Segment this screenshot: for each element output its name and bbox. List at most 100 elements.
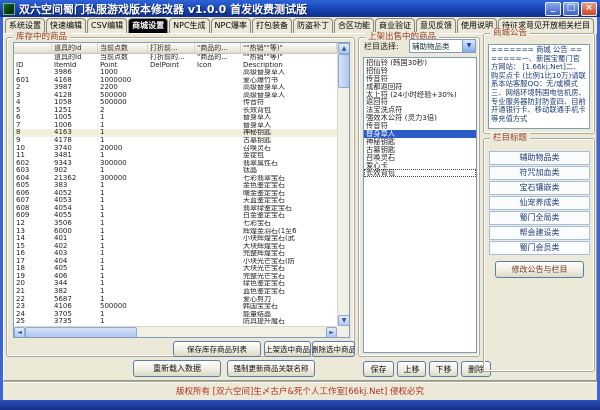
tab-7[interactable]: 打包装备 (252, 18, 292, 33)
list-item[interactable]: 召唤灵石 (364, 154, 476, 162)
column-header[interactable] (14, 43, 52, 53)
category-combobox[interactable]: 辅助物品类 ▼ (409, 39, 476, 53)
putup-selected-button[interactable]: 上架选中商品 (264, 341, 311, 357)
scroll-left-icon[interactable]: ◄ (14, 327, 25, 338)
save-inventory-list-button[interactable]: 保存库存商品列表 (173, 341, 261, 357)
list-item[interactable]: 神秘钥匙 (364, 138, 476, 146)
column-header[interactable]: 道具的Id (52, 43, 98, 53)
horizontal-scroll-thumb[interactable] (25, 327, 137, 338)
category-row-6[interactable]: 帮会建设类 (489, 226, 590, 240)
table-row[interactable]: 841631神秘钥匙 (14, 129, 337, 137)
edit-announcement-button[interactable]: 修改公告与栏目 (495, 261, 584, 278)
table-row[interactable]: 154021大块辉煌宝石 (14, 243, 337, 251)
table-row[interactable]: 239872200高级替身草人 (14, 84, 337, 92)
table-row[interactable]: 6053831金色鉴定宝石 (14, 182, 337, 190)
column-header[interactable]: ""热销""等)" (241, 43, 337, 53)
table-row[interactable]: 60740531天蓝鉴定宝石 (14, 197, 337, 205)
table-row[interactable]: 610051替身草人 (14, 114, 337, 122)
list-item[interactable]: 强效木公符 (灵力3倍) (364, 114, 476, 122)
inventory-table-header[interactable]: 道具的Id当前点数打折前..."商品的...""热销""等)" (14, 43, 337, 54)
scroll-right-icon[interactable]: ► (326, 327, 337, 338)
table-row[interactable]: 184051大块光芒宝石 (14, 265, 337, 273)
force-update-names-button[interactable]: 强制更新商品关联名称 (227, 360, 315, 377)
table-row[interactable]: 144011小块辉煌宝石(武 (14, 235, 337, 243)
category-row-7[interactable]: 蜀门会员类 (489, 241, 590, 255)
table-row[interactable]: 164031完整辉煌宝石 (14, 250, 337, 258)
list-item[interactable]: 传音符 (364, 75, 476, 83)
reload-data-button[interactable]: 重新载入数据 (133, 360, 221, 377)
column-header[interactable]: 打折前... (148, 43, 195, 53)
list-item[interactable]: 替身草人 (364, 130, 476, 138)
category-row-5[interactable]: 蜀门全局类 (489, 211, 590, 225)
table-row[interactable]: 203441绿色鉴定宝石 (14, 280, 337, 288)
chevron-down-icon[interactable]: ▼ (462, 40, 475, 52)
vertical-scroll-thumb[interactable] (338, 54, 350, 88)
table-row[interactable]: 512512长效背包 (14, 107, 337, 115)
move-down-button[interactable]: 下移 (429, 361, 458, 377)
list-item[interactable]: 传音符 (364, 122, 476, 130)
tab-8[interactable]: 防盗补丁 (293, 18, 333, 33)
table-row[interactable]: 34128500000高级替身草人 (14, 92, 337, 100)
table-row[interactable]: 41058500000传音符 (14, 99, 337, 107)
table-row[interactable]: 60141681000000爱心爆竹书 (14, 77, 337, 85)
close-button[interactable]: × (581, 2, 597, 16)
table-row[interactable]: 213821蓝色鉴定宝石 (14, 288, 337, 296)
tab-6[interactable]: NPC爆率 (211, 18, 251, 33)
minimize-button[interactable]: _ (545, 2, 561, 16)
horizontal-scrollbar[interactable]: ◄ ► (14, 326, 337, 337)
onsale-listbox[interactable]: 招仙铃 (韩国30秒)招仙铃传音符成都返回符太上符 (24小时经验+30%)返回… (363, 57, 477, 353)
inventory-table[interactable]: 道具的Id当前点数打折前..."商品的...""热销""等)" 道具的Id当前点… (13, 42, 350, 338)
table-row[interactable]: 941781古墓钥匙 (14, 137, 337, 145)
tab-9[interactable]: 合区功能 (334, 18, 374, 33)
table-row[interactable]: 10374020000召唤灵石 (14, 145, 337, 153)
list-item[interactable]: 法宝洗点符 (364, 106, 476, 114)
scroll-down-icon[interactable]: ▼ (338, 315, 350, 326)
table-row[interactable]: 2437051能量结晶 (14, 311, 337, 319)
list-item[interactable]: 长效背包 (364, 169, 476, 177)
table-row[interactable]: 道具的Id当前点数打折前的..."商品的...""热销""等)" (14, 54, 337, 62)
list-item[interactable]: 成都返回符 (364, 83, 476, 91)
delete-selected-button[interactable]: 删除选中商品 (312, 341, 355, 357)
table-row[interactable]: IDItemIdPointDelPointIconDescription (14, 62, 337, 70)
category-row-3[interactable]: 宝石镶嵌类 (489, 181, 590, 195)
table-row[interactable]: 6029343300000翡翠属性石 (14, 160, 337, 168)
table-row[interactable]: 60421362300000七彩翡翠宝石 (14, 175, 337, 183)
list-item[interactable]: 太上符 (24小时经验+30%) (364, 91, 476, 99)
list-item[interactable]: 招仙铃 (364, 67, 476, 75)
table-row[interactable]: 174041小块光芒宝石(防 (14, 258, 337, 266)
tab-4[interactable]: 商城设置 (128, 18, 168, 33)
tab-11[interactable]: 意见反馈 (416, 18, 456, 33)
table-row[interactable]: 1360001辉煌金羽石(1至6 (14, 228, 337, 236)
tab-10[interactable]: 商业验证 (375, 18, 415, 33)
announcement-textarea[interactable]: ======= 商城 公告 =======一、新国宝蜀门官方网站： [1.66k… (488, 44, 590, 129)
table-row[interactable]: 60840541翡翠绿鉴定宝石 (14, 205, 337, 213)
tab-3[interactable]: CSV编辑 (87, 18, 127, 33)
list-item[interactable]: 返回符 (364, 98, 476, 106)
scroll-up-icon[interactable]: ▲ (338, 43, 350, 54)
column-header[interactable]: 当前点数 (98, 43, 148, 53)
table-row[interactable]: 6039021钛晶 (14, 167, 337, 175)
category-row-1[interactable]: 辅助物品类 (489, 151, 590, 165)
category-row-2[interactable]: 符咒加血类 (489, 166, 590, 180)
table-row[interactable]: 2537351防具提升魔石 (14, 318, 337, 326)
tab-5[interactable]: NPC生成 (169, 18, 209, 33)
list-item[interactable]: 爱心卡 (364, 162, 476, 170)
table-row[interactable]: 139861000高级替身草人 (14, 69, 337, 77)
table-row[interactable]: 1134811金锭包 (14, 152, 337, 160)
category-row-4[interactable]: 仙宠养成类 (489, 196, 590, 210)
table-row[interactable]: 194061完整光芒宝石 (14, 273, 337, 281)
list-item[interactable]: 古墓钥匙 (364, 146, 476, 154)
save-button[interactable]: 保存 (363, 361, 394, 377)
table-row[interactable]: 710061替身草人 (14, 122, 337, 130)
table-row[interactable]: 60940551白金鉴定宝石 (14, 212, 337, 220)
table-row[interactable]: 1235061七彩宝石 (14, 220, 337, 228)
tab-2[interactable]: 快速编辑 (46, 18, 86, 33)
vertical-scrollbar[interactable]: ▲ ▼ (337, 43, 349, 326)
table-row[interactable]: 60640521曙金鉴定宝石 (14, 190, 337, 198)
column-header[interactable]: "商品的... (195, 43, 241, 53)
list-item[interactable]: 招仙铃 (韩国30秒) (364, 59, 476, 67)
tab-1[interactable]: 系统设置 (5, 18, 45, 33)
maximize-button[interactable]: □ (563, 2, 579, 16)
table-row[interactable]: 234106500000韩国宝宝石 (14, 303, 337, 311)
move-up-button[interactable]: 上移 (397, 361, 426, 377)
